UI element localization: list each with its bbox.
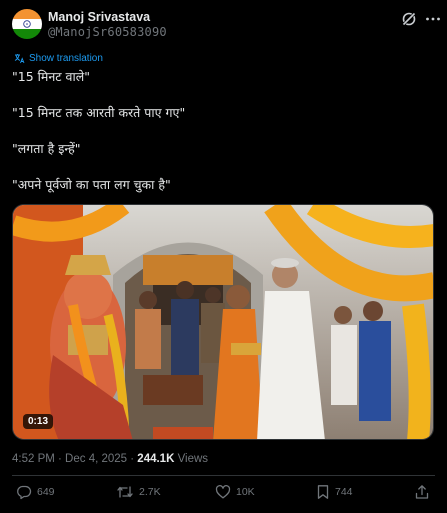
video-duration: 0:13 xyxy=(23,414,54,429)
views-label: Views xyxy=(174,453,209,465)
bookmark-count: 744 xyxy=(335,486,353,498)
share-button[interactable] xyxy=(414,484,430,500)
repost-icon xyxy=(117,486,133,498)
reply-icon xyxy=(17,485,32,500)
show-translation-label[interactable]: Show translation xyxy=(29,53,103,64)
avatar[interactable] xyxy=(12,9,42,39)
post-header: Manoj Srivastava @ManojSr60583090 xyxy=(0,0,447,46)
post-text-line: "लगता है इन्हें" xyxy=(12,141,81,156)
grok-icon[interactable] xyxy=(400,10,418,28)
action-bar: 649 2.7K 10K 744 xyxy=(0,484,447,506)
india-flag-avatar-icon xyxy=(12,9,42,39)
divider xyxy=(12,475,435,476)
post-text-line: "15 मिनट वाले" xyxy=(12,69,90,84)
reply-button[interactable]: 649 xyxy=(16,484,55,500)
post-text: "15 मिनट वाले" "15 मिनट तक आरती करते पाए… xyxy=(12,68,432,212)
post-meta: 4:52 PM · Dec 4, 2025 · 244.1K Views xyxy=(12,453,208,465)
post-text-line: "15 मिनट तक आरती करते पाए गए" xyxy=(12,105,186,120)
like-icon xyxy=(215,484,231,499)
bookmark-icon xyxy=(317,485,329,499)
post-timestamp[interactable]: 4:52 PM · Dec 4, 2025 · xyxy=(12,453,137,465)
views-count: 244.1K xyxy=(137,453,175,465)
author-handle[interactable]: @ManojSr60583090 xyxy=(48,25,167,39)
like-button[interactable]: 10K xyxy=(215,484,255,500)
video-frame xyxy=(13,205,433,439)
video-player[interactable]: 0:13 xyxy=(12,204,434,440)
bookmark-button[interactable]: 744 xyxy=(316,484,353,500)
repost-button[interactable]: 2.7K xyxy=(116,484,161,500)
like-count: 10K xyxy=(236,486,255,498)
more-icon[interactable] xyxy=(424,10,442,28)
repost-count: 2.7K xyxy=(139,486,161,498)
show-translation-link[interactable]: Show translation xyxy=(14,53,103,64)
share-icon xyxy=(415,485,429,499)
reply-count: 649 xyxy=(37,486,55,498)
translate-icon xyxy=(14,54,25,64)
author-name[interactable]: Manoj Srivastava xyxy=(48,10,150,24)
